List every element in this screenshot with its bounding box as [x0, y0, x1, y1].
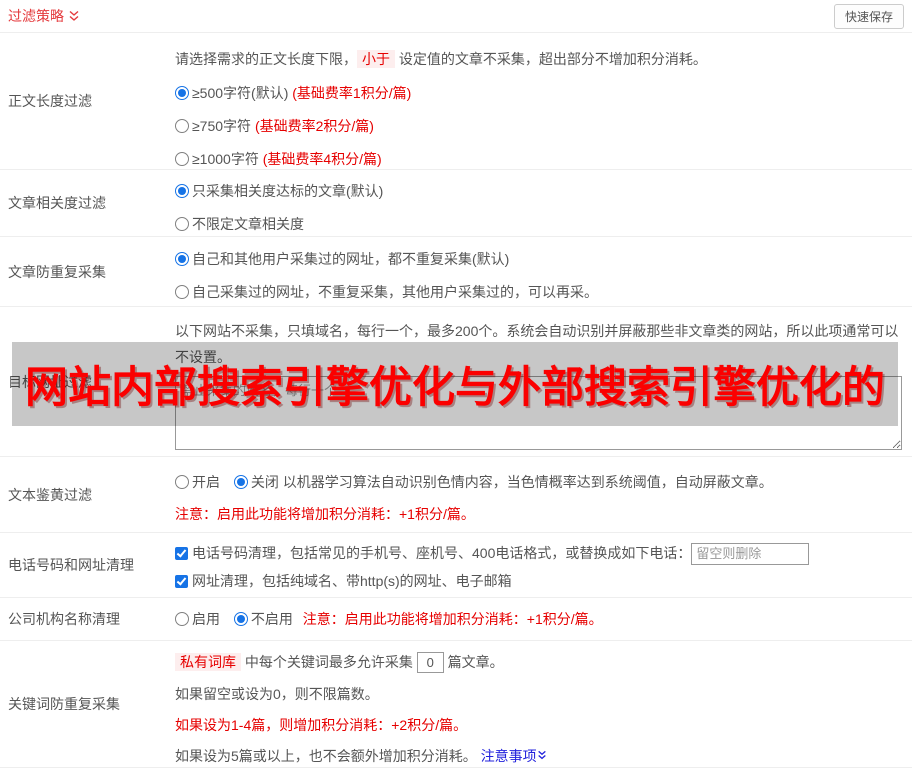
- row-company-clean: 公司机构名称清理 启用 不启用 注意：启用此功能将增加积分消耗：+1积分/篇。: [0, 598, 912, 641]
- row-porn-filter: 文本鉴黄过滤 开启 关闭 以机器学习算法自动识别色情内容，当色情概率达到系统阈值…: [0, 457, 912, 533]
- private-lexicon-highlight: 私有词库: [175, 653, 241, 671]
- radio-option-dedup-self[interactable]: 自己采集过的网址，不重复采集，其他用户采集过的，可以再采。: [175, 282, 902, 302]
- quick-save-button[interactable]: 快速保存: [833, 3, 904, 29]
- checkbox-checked-icon[interactable]: [175, 575, 188, 588]
- radio-option-500[interactable]: ≥500字符(默认) (基础费率1积分/篇): [175, 83, 902, 103]
- radio-icon[interactable]: [175, 612, 189, 626]
- company-clean-note: 注意：启用此功能将增加积分消耗：+1积分/篇。: [302, 611, 603, 627]
- keyword-dedup-line3: 如果设为1-4篇，则增加积分消耗：+2积分/篇。: [175, 717, 468, 733]
- radio-option-relevance-any[interactable]: 不限定文章相关度: [175, 214, 902, 234]
- radio-icon-checked[interactable]: [233, 475, 248, 489]
- radio-option-company-on[interactable]: 启用: [175, 611, 220, 627]
- row-content-length: 正文长度过滤 请选择需求的正文长度下限， 小于 设定值的文章不采集，超出部分不增加…: [0, 33, 912, 170]
- replacement-phone-input[interactable]: [691, 542, 810, 565]
- page-header: 过滤策略 快速保存: [0, 0, 912, 33]
- radio-icon-checked[interactable]: [175, 252, 189, 266]
- checkbox-option-phone-clean[interactable]: 电话号码清理，包括常见的手机号、座机号、400电话格式，或替换成如下电话：: [175, 545, 691, 561]
- notes-link[interactable]: 注意事项: [481, 748, 547, 764]
- radio-option-1000[interactable]: ≥1000字符 (基础费率4积分/篇): [175, 149, 902, 169]
- radio-option-company-off[interactable]: 不启用: [233, 611, 293, 627]
- radio-icon-checked[interactable]: [175, 184, 189, 198]
- row-keyword-dedup: 关键词防重复采集 私有词库 中每个关键词最多允许采集 篇文章。 如果留空或设为0…: [0, 641, 912, 768]
- keyword-dedup-line4: 如果设为5篇或以上，也不会额外增加积分消耗。: [175, 748, 481, 764]
- radio-icon[interactable]: [175, 152, 189, 166]
- keyword-dedup-line2: 如果留空或设为0，则不限篇数。: [175, 686, 379, 702]
- radio-option-porn-off[interactable]: 关闭: [233, 474, 279, 490]
- radio-option-dedup-all[interactable]: 自己和其他用户采集过的网址，都不重复采集(默认): [175, 249, 902, 269]
- blocked-domains-textarea[interactable]: [175, 376, 902, 450]
- radio-option-relevance-strict[interactable]: 只采集相关度达标的文章(默认): [175, 181, 902, 201]
- row-label-target-url: 目标网址过滤: [8, 373, 92, 390]
- radio-icon[interactable]: [175, 119, 189, 133]
- row-label-phone-url-clean: 电话号码和网址清理: [8, 557, 134, 573]
- porn-filter-desc: 以机器学习算法自动识别色情内容，当色情概率达到系统阈值，自动屏蔽文章。: [282, 474, 773, 490]
- fee-note: (基础费率1积分/篇): [292, 85, 412, 101]
- radio-icon-checked[interactable]: [175, 86, 189, 100]
- radio-option-750[interactable]: ≥750字符 (基础费率2积分/篇): [175, 116, 902, 136]
- row-relevance: 文章相关度过滤 只采集相关度达标的文章(默认) 不限定文章相关度: [0, 170, 912, 237]
- row-label-dedup: 文章防重复采集: [8, 263, 106, 280]
- row-label-relevance: 文章相关度过滤: [8, 195, 106, 211]
- fee-note: (基础费率4积分/篇): [262, 151, 382, 167]
- radio-icon[interactable]: [175, 475, 189, 489]
- target-url-intro: 以下网站不采集，只填域名，每行一个，最多200个。系统会自动识别并屏蔽那些非文章…: [175, 323, 899, 365]
- chevron-double-down-icon: [68, 10, 80, 23]
- intro-highlight: 小于: [357, 50, 395, 68]
- row-label-company-clean: 公司机构名称清理: [8, 611, 120, 627]
- radio-icon-checked[interactable]: [233, 612, 248, 626]
- row-label-porn-filter: 文本鉴黄过滤: [8, 486, 92, 503]
- row-label-keyword-dedup: 关键词防重复采集: [8, 696, 120, 712]
- checkbox-checked-icon[interactable]: [175, 547, 188, 560]
- row-dedup: 文章防重复采集 自己和其他用户采集过的网址，都不重复采集(默认) 自己采集过的网…: [0, 237, 912, 307]
- checkbox-option-url-clean[interactable]: 网址清理，包括纯域名、带http(s)的网址、电子邮箱: [175, 571, 902, 591]
- content-length-intro: 请选择需求的正文长度下限， 小于 设定值的文章不采集，超出部分不增加积分消耗。: [175, 50, 707, 68]
- radio-icon[interactable]: [175, 285, 189, 299]
- radio-icon[interactable]: [175, 217, 189, 231]
- page-title-label: 过滤策略: [8, 8, 64, 24]
- max-articles-input[interactable]: [416, 652, 444, 673]
- chevron-double-down-icon: [537, 750, 547, 761]
- porn-filter-note: 注意：启用此功能将增加积分消耗：+1积分/篇。: [175, 506, 475, 522]
- row-label-content-length: 正文长度过滤: [8, 93, 92, 109]
- row-phone-url-clean: 电话号码和网址清理 电话号码清理，包括常见的手机号、座机号、400电话格式，或替…: [0, 533, 912, 598]
- radio-option-porn-on[interactable]: 开启: [175, 474, 220, 490]
- fee-note: (基础费率2积分/篇): [254, 118, 374, 134]
- page-title[interactable]: 过滤策略: [8, 6, 80, 26]
- row-target-url: 目标网址过滤 以下网站不采集，只填域名，每行一个，最多200个。系统会自动识别并…: [0, 307, 912, 457]
